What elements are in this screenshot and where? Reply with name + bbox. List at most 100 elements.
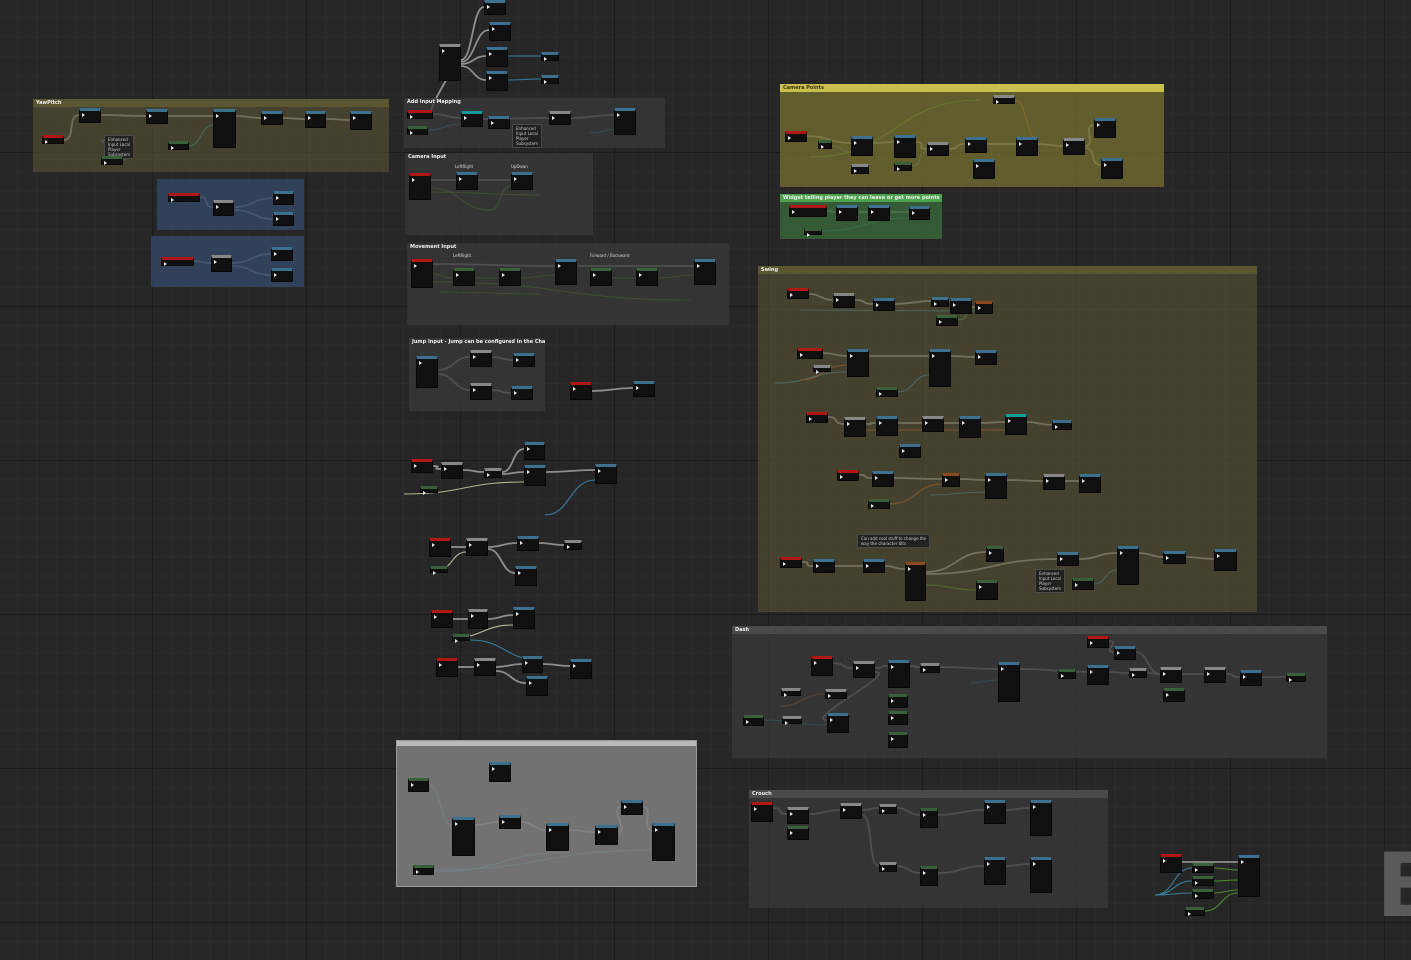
function-node[interactable] bbox=[1043, 474, 1065, 490]
variable-node[interactable] bbox=[876, 387, 898, 397]
function-node[interactable] bbox=[213, 109, 236, 148]
variable-node[interactable] bbox=[452, 634, 470, 643]
function-node[interactable] bbox=[541, 75, 559, 84]
function-node[interactable] bbox=[564, 540, 582, 550]
function-node[interactable] bbox=[1087, 665, 1109, 685]
event-node[interactable] bbox=[787, 288, 809, 299]
variable-node[interactable] bbox=[420, 486, 438, 495]
variable-node[interactable] bbox=[1058, 669, 1076, 679]
function-node[interactable] bbox=[1030, 800, 1052, 836]
function-node[interactable] bbox=[511, 386, 533, 400]
variable-node[interactable] bbox=[888, 711, 908, 725]
comment-dash[interactable]: Dash bbox=[732, 626, 1327, 758]
function-node[interactable] bbox=[1005, 414, 1027, 435]
function-node[interactable] bbox=[1101, 158, 1123, 179]
function-node[interactable] bbox=[488, 116, 510, 129]
function-node[interactable] bbox=[833, 293, 855, 308]
variable-node[interactable] bbox=[430, 566, 448, 575]
function-node[interactable] bbox=[570, 659, 592, 679]
event-node[interactable] bbox=[411, 459, 433, 473]
function-node[interactable] bbox=[546, 823, 569, 851]
function-node[interactable] bbox=[416, 356, 438, 388]
function-node[interactable] bbox=[470, 350, 492, 367]
function-node[interactable] bbox=[879, 862, 897, 872]
enhanced-input-subsystem-node[interactable]: Enhanced Input Local Player Subsystem bbox=[1035, 569, 1066, 593]
variable-node[interactable] bbox=[168, 141, 189, 150]
enhanced-input-subsystem-node[interactable]: Enhanced Input Local Player Subsystem bbox=[512, 124, 543, 148]
function-node[interactable] bbox=[993, 95, 1015, 104]
function-node[interactable] bbox=[984, 800, 1006, 824]
function-node[interactable] bbox=[950, 298, 972, 314]
function-node[interactable] bbox=[541, 52, 559, 61]
function-node[interactable] bbox=[894, 135, 916, 158]
variable-node[interactable] bbox=[976, 580, 998, 600]
event-node[interactable] bbox=[429, 538, 451, 557]
function-node[interactable] bbox=[555, 259, 577, 285]
function-node[interactable] bbox=[486, 47, 508, 67]
function-node[interactable] bbox=[1063, 138, 1085, 155]
variable-node[interactable] bbox=[1192, 876, 1214, 886]
event-node[interactable] bbox=[780, 557, 802, 568]
function-node[interactable] bbox=[879, 804, 897, 814]
function-node[interactable] bbox=[273, 212, 294, 226]
variable-node[interactable] bbox=[636, 268, 658, 286]
function-node[interactable] bbox=[273, 191, 294, 205]
function-node[interactable] bbox=[213, 200, 234, 216]
function-node[interactable] bbox=[595, 464, 617, 484]
comment-light-panel[interactable] bbox=[396, 740, 697, 887]
function-node[interactable] bbox=[851, 164, 869, 174]
variable-node[interactable] bbox=[590, 268, 612, 286]
variable-node[interactable] bbox=[888, 694, 908, 708]
function-node[interactable] bbox=[271, 268, 293, 282]
variable-node[interactable] bbox=[499, 268, 521, 286]
function-node[interactable] bbox=[1129, 668, 1147, 678]
function-node[interactable] bbox=[466, 538, 488, 556]
comment-camera-input[interactable]: Camera Input bbox=[405, 153, 593, 235]
function-node[interactable] bbox=[931, 297, 949, 307]
variable-node[interactable] bbox=[920, 866, 938, 886]
function-node[interactable] bbox=[470, 383, 492, 400]
variable-node[interactable] bbox=[1286, 673, 1306, 682]
function-node[interactable] bbox=[522, 656, 543, 673]
function-node[interactable] bbox=[876, 416, 898, 436]
function-node[interactable] bbox=[486, 71, 508, 91]
variable-node[interactable] bbox=[894, 162, 912, 171]
function-node[interactable] bbox=[1160, 667, 1182, 683]
function-node[interactable] bbox=[468, 609, 488, 629]
variable-node[interactable] bbox=[986, 546, 1004, 562]
event-node[interactable] bbox=[409, 173, 431, 200]
function-node[interactable] bbox=[927, 142, 949, 156]
event-node[interactable] bbox=[1160, 854, 1182, 873]
variable-node[interactable] bbox=[408, 778, 429, 792]
event-node[interactable] bbox=[570, 382, 592, 400]
function-node[interactable] bbox=[975, 350, 997, 365]
function-node[interactable] bbox=[825, 689, 847, 699]
function-node[interactable] bbox=[489, 762, 511, 782]
function-node[interactable] bbox=[484, 0, 506, 15]
function-node[interactable] bbox=[781, 688, 801, 697]
function-node[interactable] bbox=[261, 111, 283, 125]
function-node[interactable] bbox=[1238, 855, 1260, 897]
event-node[interactable] bbox=[1087, 636, 1109, 648]
function-node[interactable] bbox=[863, 559, 885, 573]
function-node[interactable] bbox=[452, 817, 475, 856]
function-node[interactable] bbox=[922, 416, 944, 432]
function-node[interactable] bbox=[146, 109, 168, 124]
variable-node[interactable] bbox=[453, 268, 475, 286]
function-node[interactable] bbox=[1057, 552, 1079, 566]
event-node[interactable] bbox=[837, 470, 859, 481]
function-node[interactable] bbox=[484, 468, 502, 478]
event-node[interactable] bbox=[811, 656, 833, 676]
event-node[interactable] bbox=[789, 205, 827, 217]
function-node[interactable] bbox=[489, 22, 511, 41]
event-node[interactable] bbox=[797, 348, 823, 359]
function-node[interactable] bbox=[973, 159, 995, 179]
variable-node[interactable] bbox=[407, 126, 428, 135]
function-node[interactable] bbox=[851, 136, 873, 156]
function-node[interactable] bbox=[1079, 474, 1101, 493]
function-node[interactable] bbox=[998, 662, 1020, 702]
function-node[interactable] bbox=[975, 301, 993, 314]
function-node[interactable] bbox=[827, 713, 849, 733]
function-node[interactable] bbox=[517, 536, 539, 551]
variable-node[interactable] bbox=[743, 715, 764, 726]
